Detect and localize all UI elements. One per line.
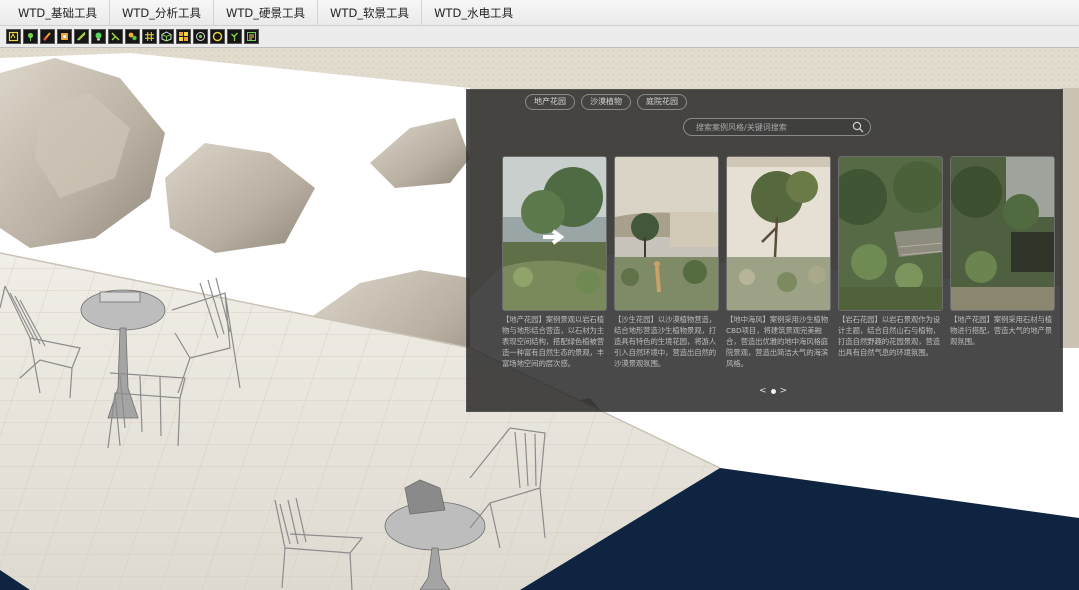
wrench-icon[interactable] [108, 29, 123, 44]
pin-icon[interactable] [23, 29, 38, 44]
measure-icon[interactable] [74, 29, 89, 44]
case-thumbnail[interactable] [502, 156, 607, 311]
bulb-icon[interactable] [91, 29, 106, 44]
case-description: 【岩石花园】以岩石景观作为设计主题，结合自然山石与植物，打造自然野趣的花园景观，… [838, 315, 941, 357]
case-card[interactable]: 【岩石花园】以岩石景观作为设计主题，结合自然山石与植物，打造自然野趣的花园景观，… [838, 156, 943, 380]
search-icon[interactable] [852, 121, 864, 133]
layers-icon[interactable] [6, 29, 21, 44]
box-icon[interactable] [57, 29, 72, 44]
list-icon[interactable] [244, 29, 259, 44]
menu-hardscape-tools[interactable]: WTD_硬景工具 [214, 0, 319, 26]
case-description: 【地产花园】案例采用石材与植物进行搭配，营造大气的地产景观氛围。 [950, 315, 1053, 346]
prev-arrow-icon[interactable]: < [759, 386, 767, 396]
case-thumbnail[interactable] [950, 156, 1055, 311]
case-card[interactable]: 【地中海风】案例采用沙生植物CBD项目，将建筑景观完美融合，营造出优雅的地中海风… [726, 156, 831, 380]
grid-icon[interactable] [142, 29, 157, 44]
page-indicator-dot[interactable] [770, 388, 776, 394]
case-description: 【地产花园】案例景观以岩石植物与地形结合营造，以石材为主表现空间结构，搭配绿色植… [502, 315, 605, 368]
search-box [683, 118, 871, 136]
tiles-icon[interactable] [176, 29, 191, 44]
tab-courtyard-garden[interactable]: 庭院花园 [637, 94, 687, 110]
toolbar [0, 26, 1079, 48]
case-card[interactable]: 【沙生花园】以沙漠植物营造，结合地形营造沙生植物景观，打造具有特色的生境花园，将… [614, 156, 719, 380]
case-description: 【地中海风】案例采用沙生植物CBD项目，将建筑景观完美融合，营造出优雅的地中海风… [726, 315, 829, 368]
case-description: 【沙生花园】以沙漠植物营造，结合地形营造沙生植物景观，打造具有特色的生境花园，将… [614, 315, 717, 368]
case-thumbnail[interactable] [838, 156, 943, 311]
tab-desert-plants[interactable]: 沙漠植物 [581, 94, 631, 110]
search-input[interactable] [696, 122, 846, 132]
menu-bar: WTD_基础工具 WTD_分析工具 WTD_硬景工具 WTD_软景工具 WTD_… [0, 0, 1079, 26]
case-card-list: 【地产花园】案例景观以岩石植物与地形结合营造，以石材为主表现空间结构，搭配绿色植… [502, 156, 1055, 380]
menu-softscape-tools[interactable]: WTD_软景工具 [318, 0, 423, 26]
menu-analysis-tools[interactable]: WTD_分析工具 [110, 0, 215, 26]
case-card[interactable]: 【地产花园】案例景观以岩石植物与地形结合营造，以石材为主表现空间结构，搭配绿色植… [502, 156, 607, 380]
menu-basic-tools[interactable]: WTD_基础工具 [6, 0, 111, 26]
circle-icon[interactable] [210, 29, 225, 44]
case-thumbnail[interactable] [726, 156, 831, 311]
plant-icon[interactable] [227, 29, 242, 44]
case-card[interactable]: 【地产花园】案例采用石材与植物进行搭配，营造大气的地产景观氛围。 [950, 156, 1055, 380]
case-library-panel: 地产花园 沙漠植物 庭院花园 搜索案例风格/关键词搜索 【地产花园】案例景观以岩… [466, 89, 1063, 412]
category-tabs: 地产花园 沙漠植物 庭院花园 [525, 94, 687, 110]
menu-utility-tools[interactable]: WTD_水电工具 [422, 0, 525, 26]
carousel-pager: < > [759, 386, 787, 396]
target-icon[interactable] [193, 29, 208, 44]
case-thumbnail[interactable] [614, 156, 719, 311]
cube-icon[interactable] [159, 29, 174, 44]
next-arrow-icon[interactable]: > [780, 386, 788, 396]
tab-real-estate-garden[interactable]: 地产花园 [525, 94, 575, 110]
tree-icon[interactable] [125, 29, 140, 44]
paint-icon[interactable] [40, 29, 55, 44]
